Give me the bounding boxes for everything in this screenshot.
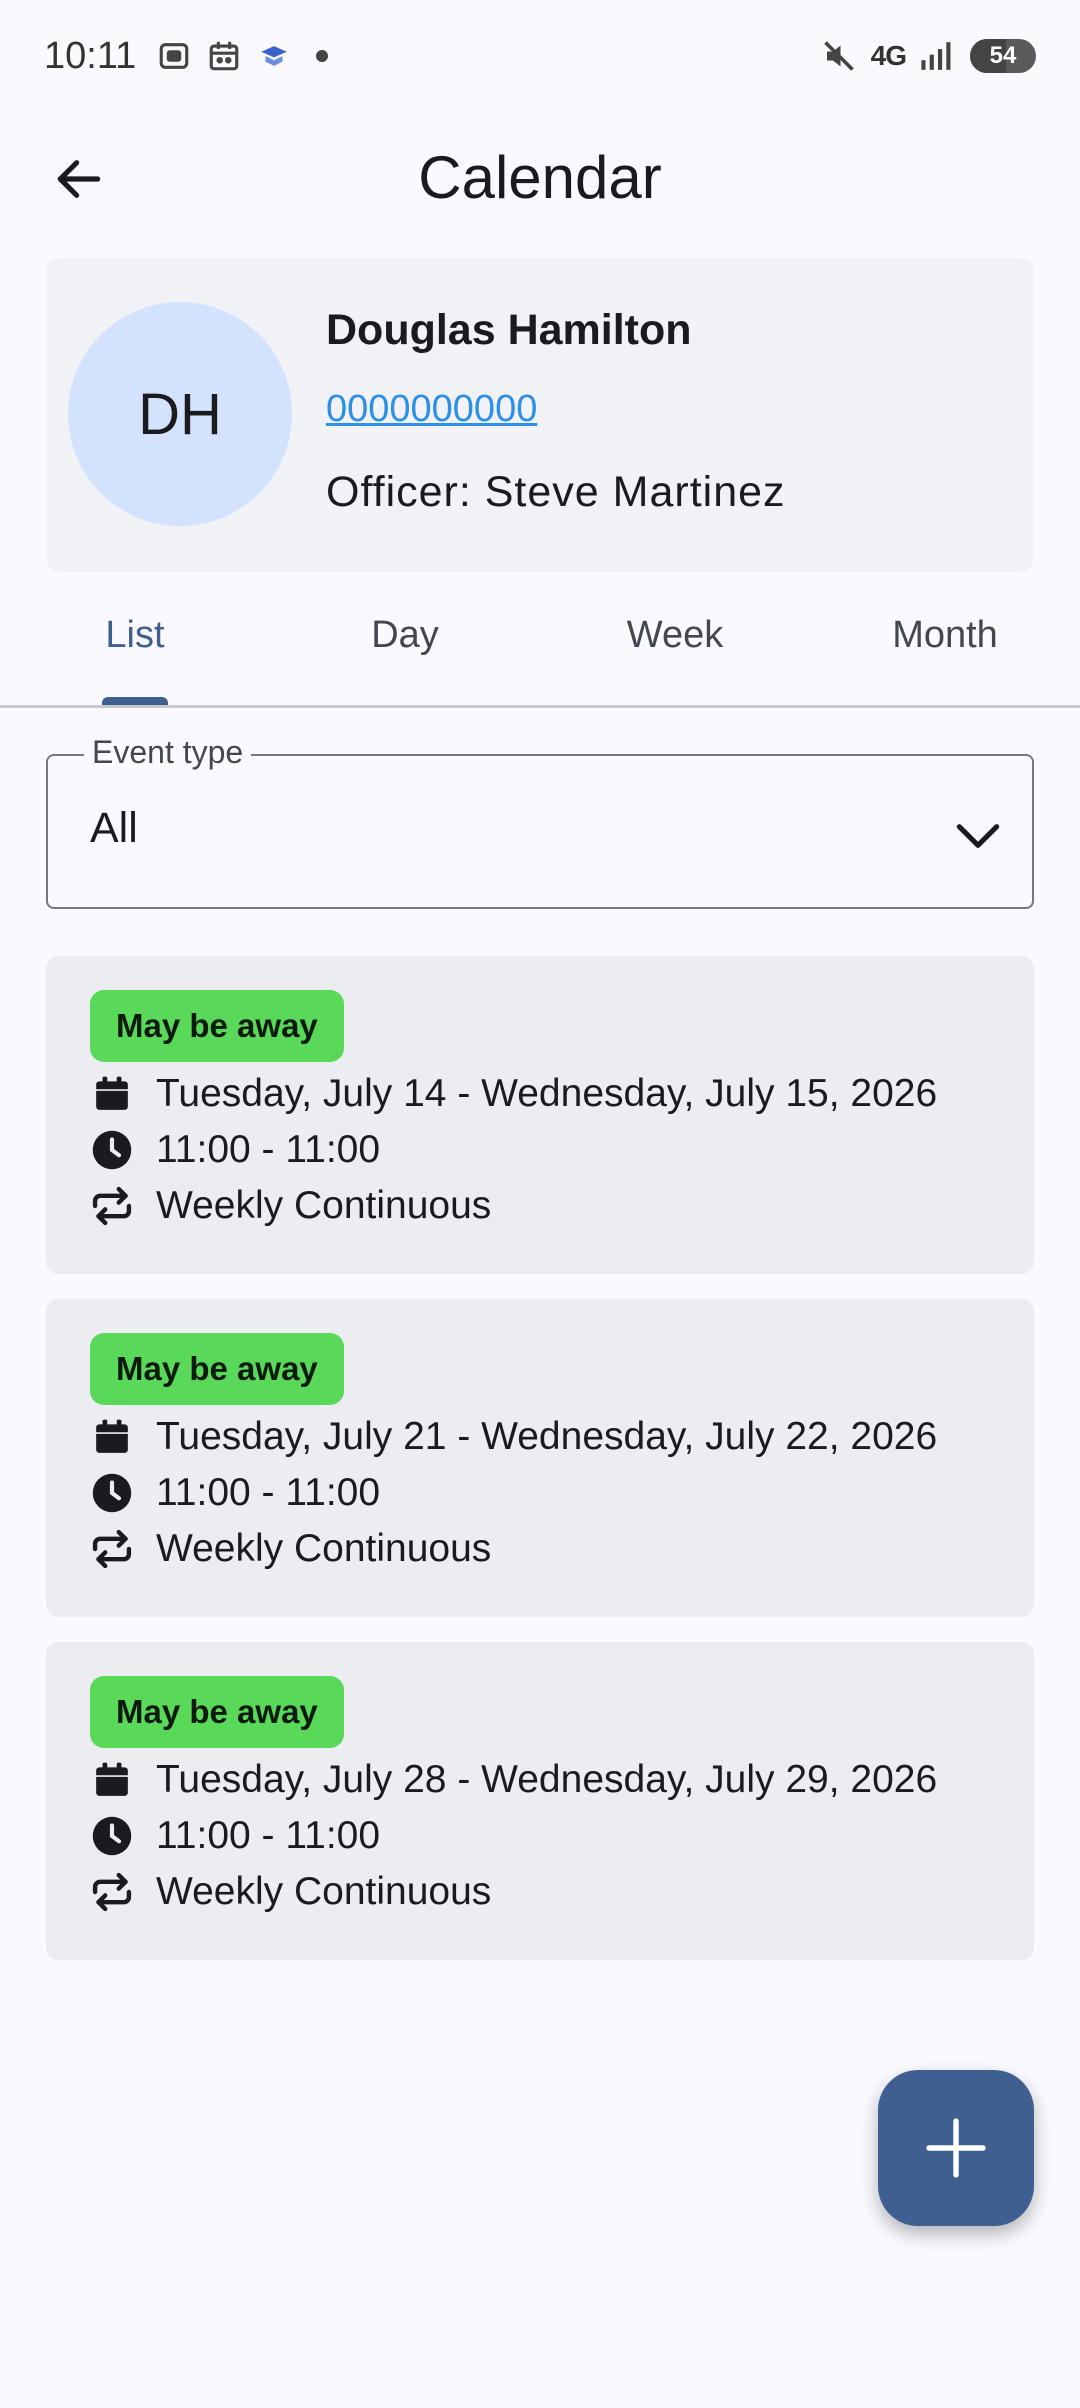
event-recurrence: Weekly Continuous (156, 1870, 492, 1913)
app-notification-icon (256, 38, 292, 74)
add-event-button[interactable] (878, 2070, 1034, 2226)
event-time-range: 11:00 - 11:00 (156, 1471, 381, 1514)
event-card[interactable]: May be away Tuesday, July 21 - Wednesday… (46, 1299, 1034, 1617)
tab-month[interactable]: Month (810, 590, 1080, 705)
status-badge: May be away (90, 990, 344, 1062)
avatar: DH (68, 302, 292, 526)
battery-indicator: 54 (970, 39, 1036, 73)
event-recurrence-row: Weekly Continuous (90, 1184, 491, 1228)
profile-name: Douglas Hamilton (326, 306, 692, 354)
active-tab-indicator (102, 697, 168, 705)
screenshot-icon (156, 38, 192, 74)
battery-percent: 54 (989, 42, 1017, 69)
status-time: 10:11 (44, 34, 137, 77)
calendar-status-icon (206, 38, 242, 74)
event-type-value: All (90, 804, 138, 852)
arrow-left-icon (57, 160, 101, 198)
event-type-select[interactable]: Event type All (46, 734, 1034, 909)
tab-day[interactable]: Day (270, 590, 540, 705)
repeat-icon (90, 1527, 134, 1571)
event-date-range: Tuesday, July 14 - Wednesday, July 15, 2… (156, 1072, 938, 1115)
status-bar: 10:11 4G 54 (0, 0, 1080, 112)
repeat-icon (90, 1184, 134, 1228)
event-time-row: 11:00 - 11:00 (90, 1814, 380, 1858)
view-tabs: List Day Week Month (0, 590, 1080, 708)
clock-icon (90, 1128, 134, 1172)
mute-icon (821, 38, 857, 74)
tab-label: List (105, 614, 165, 656)
tab-label: Month (892, 614, 998, 656)
tab-label: Week (626, 614, 724, 656)
event-recurrence: Weekly Continuous (156, 1184, 492, 1227)
event-date-range: Tuesday, July 28 - Wednesday, July 29, 2… (156, 1758, 938, 1801)
clock-icon (90, 1814, 134, 1858)
status-right: 4G 54 (821, 38, 1036, 74)
event-time-range: 11:00 - 11:00 (156, 1128, 381, 1171)
event-date-row: Tuesday, July 28 - Wednesday, July 29, 2… (90, 1758, 937, 1802)
phone-link[interactable]: 0000000000 (326, 388, 537, 431)
status-left: 10:11 (44, 34, 329, 78)
tab-list[interactable]: List (0, 590, 270, 705)
event-recurrence: Weekly Continuous (156, 1527, 492, 1570)
profile-card: DH Douglas Hamilton 0000000000 Officer: … (46, 258, 1034, 572)
event-time-row: 11:00 - 11:00 (90, 1471, 380, 1515)
status-badge: May be away (90, 1676, 344, 1748)
event-date-range: Tuesday, July 21 - Wednesday, July 22, 2… (156, 1415, 938, 1458)
page-title: Calendar (418, 143, 662, 211)
officer-label: Officer: Steve Martinez (326, 468, 786, 516)
calendar-icon (90, 1415, 134, 1459)
plus-icon (926, 2118, 986, 2178)
event-card[interactable]: May be away Tuesday, July 28 - Wednesday… (46, 1642, 1034, 1960)
tab-week[interactable]: Week (540, 590, 810, 705)
event-time-row: 11:00 - 11:00 (90, 1128, 380, 1172)
signal-icon (920, 38, 956, 74)
clock-icon (90, 1471, 134, 1515)
more-notifications-dot (316, 50, 329, 62)
back-button[interactable] (40, 140, 118, 218)
tab-label: Day (371, 614, 439, 656)
chevron-down-icon (956, 824, 1000, 848)
event-recurrence-row: Weekly Continuous (90, 1870, 491, 1914)
event-date-row: Tuesday, July 14 - Wednesday, July 15, 2… (90, 1072, 937, 1116)
event-date-row: Tuesday, July 21 - Wednesday, July 22, 2… (90, 1415, 937, 1459)
repeat-icon (90, 1870, 134, 1914)
event-type-label: Event type (84, 734, 252, 771)
event-card[interactable]: May be away Tuesday, July 14 - Wednesday… (46, 956, 1034, 1274)
calendar-icon (90, 1758, 134, 1802)
event-time-range: 11:00 - 11:00 (156, 1814, 381, 1857)
status-badge: May be away (90, 1333, 344, 1405)
app-bar: Calendar (0, 112, 1080, 242)
event-recurrence-row: Weekly Continuous (90, 1527, 491, 1571)
calendar-icon (90, 1072, 134, 1116)
network-type: 4G (870, 40, 907, 71)
